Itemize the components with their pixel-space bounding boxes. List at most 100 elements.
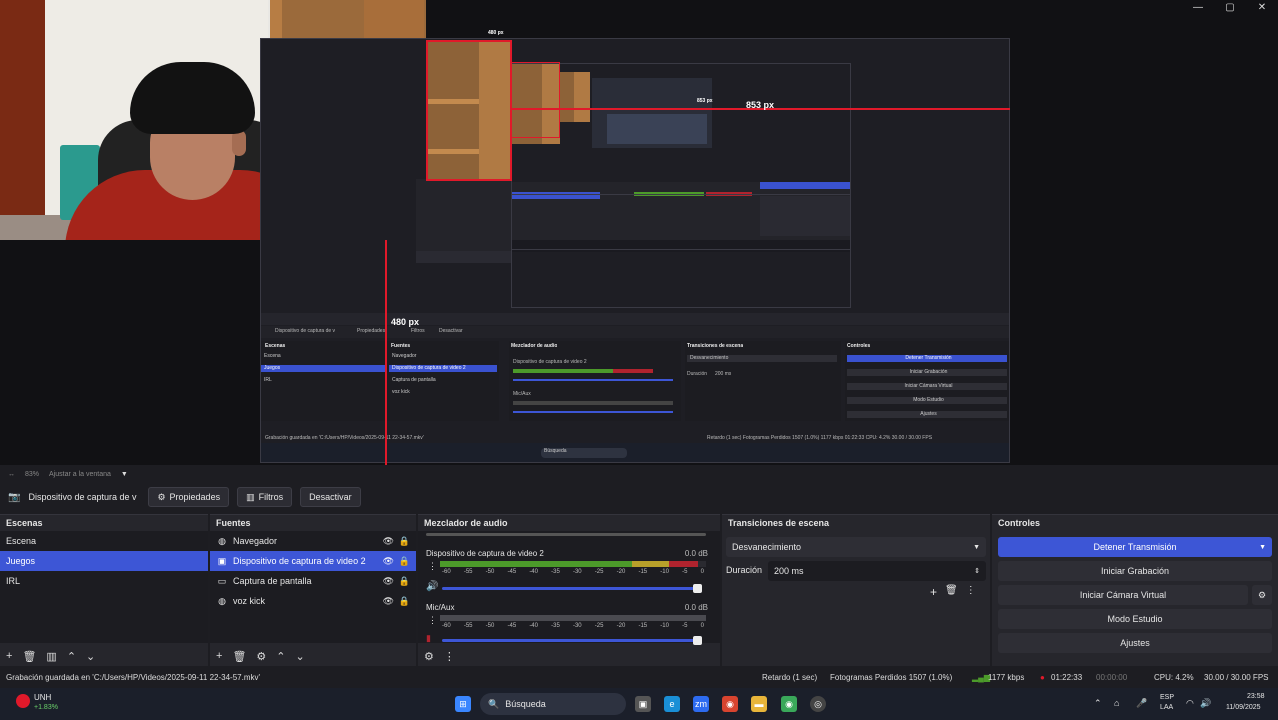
clock-date[interactable]: 11/09/2025 [1226, 704, 1261, 711]
chrome-alt-icon[interactable]: ◉ [781, 696, 797, 712]
status-message: Grabación guardada en 'C:/Users/HP/Video… [6, 672, 261, 682]
minimize-button[interactable]: — [1182, 0, 1214, 14]
status-dropped-frames: Fotogramas Perdidos 1507 (1.0%) [830, 672, 953, 682]
taskbar-search[interactable]: 🔍 Búsqueda [480, 693, 626, 715]
source-item[interactable]: ◍ Navegador 👁 🔒 [210, 531, 416, 551]
gear-icon[interactable]: ⚙ [256, 650, 266, 663]
trash-icon[interactable]: 🗑 [22, 650, 36, 663]
scale-tick: -35 [551, 623, 560, 629]
trash-icon[interactable]: 🗑 [945, 585, 958, 599]
lang-layout[interactable]: LAA [1160, 704, 1173, 711]
camera-icon: ▣ [217, 555, 227, 566]
arrow-up-icon[interactable]: ⌃ [276, 650, 285, 663]
menu-dots-icon[interactable]: ⋮ [966, 585, 976, 599]
measure-line-v [385, 240, 387, 465]
source-label: Navegador [233, 536, 278, 546]
start-recording-button[interactable]: Iniciar Grabación [998, 561, 1272, 581]
properties-button[interactable]: ⚙ Propiedades [148, 487, 230, 507]
close-button[interactable]: ✕ [1246, 0, 1278, 14]
scale-tick: -25 [594, 569, 604, 575]
studio-mode-button[interactable]: Modo Estudio [998, 609, 1272, 629]
eye-icon[interactable]: 👁 [383, 536, 394, 547]
add-icon[interactable]: + [216, 650, 222, 662]
chevron-down-icon[interactable]: ▼ [121, 471, 128, 478]
add-icon[interactable]: + [6, 650, 12, 662]
source-item[interactable]: ◍ voz kick 👁 🔒 [210, 591, 416, 611]
scene-item[interactable]: IRL [0, 571, 208, 591]
measure-box [426, 40, 512, 181]
stock-icon [16, 694, 30, 708]
lock-icon[interactable]: 🔒 [399, 536, 410, 547]
stop-stream-button[interactable]: Detener Transmisión ▼ [998, 537, 1272, 557]
preview-canvas[interactable]: Dispositivo de captura de v Propiedades … [0, 0, 1278, 465]
task-view-icon[interactable]: ▣ [635, 696, 651, 712]
zoom-fit[interactable]: Ajustar a la ventana [49, 471, 111, 478]
scenes-dock: Escenas Escena Juegos IRL + 🗑 ▥ ⌃ ⌄ [0, 514, 208, 666]
chrome-icon[interactable]: ◉ [722, 696, 738, 712]
nested-capture-1: Dispositivo de captura de v Propiedades … [260, 38, 1010, 463]
duration-input[interactable]: 200 ms ⇕ [768, 561, 986, 581]
volume-icon[interactable]: 🔊 [1200, 698, 1211, 709]
add-icon[interactable]: + [930, 585, 937, 599]
trash-icon[interactable]: 🗑 [232, 650, 246, 663]
scale-tick: -55 [463, 569, 473, 575]
eye-icon[interactable]: 👁 [383, 576, 394, 587]
tray-chevron-icon[interactable]: ⌃ [1094, 698, 1102, 709]
start-virtual-cam-button[interactable]: Iniciar Cámara Virtual [998, 585, 1248, 605]
spin-icon[interactable]: ⇕ [974, 567, 980, 575]
selected-source-name: Dispositivo de captura de v [28, 492, 137, 502]
file-explorer-icon[interactable]: ▬ [751, 696, 767, 712]
channel-name: Dispositivo de captura de video 2 [426, 549, 544, 558]
source-item[interactable]: ▭ Captura de pantalla 👁 🔒 [210, 571, 416, 591]
deactivate-button[interactable]: Desactivar [300, 487, 361, 507]
zoom-icon[interactable]: ↔ [8, 471, 15, 478]
stop-stream-label: Detener Transmisión [1093, 542, 1177, 552]
menu-dots-icon[interactable]: ⋮ [428, 615, 437, 626]
mixer-footer: ⚙ ⋮ [418, 645, 720, 667]
volume-fader[interactable] [442, 584, 702, 593]
scene-item[interactable]: Escena [0, 531, 208, 551]
scene-item-selected[interactable]: Juegos [0, 551, 208, 571]
status-rec-time: 00:00:00 [1096, 672, 1128, 682]
stock-name[interactable]: UNH [34, 693, 51, 702]
mic-icon[interactable]: 🎤 [1136, 698, 1147, 709]
speaker-icon[interactable]: 🔊 [426, 581, 438, 592]
filter-icon[interactable]: ▥ [46, 650, 56, 663]
eye-icon[interactable]: 👁 [383, 596, 394, 607]
gear-icon[interactable]: ⚙ [424, 650, 434, 663]
menu-dots-icon[interactable]: ⋮ [444, 650, 455, 663]
monitor-icon: ▭ [217, 575, 227, 586]
arrow-down-icon[interactable]: ⌄ [86, 650, 95, 663]
zoom-app-icon[interactable]: zm [693, 696, 709, 712]
scenes-list: Escena Juegos IRL [0, 531, 208, 643]
settings-button[interactable]: Ajustes [998, 633, 1272, 653]
eye-icon[interactable]: 👁 [383, 556, 394, 567]
gear-icon: ⚙ [1257, 589, 1267, 600]
volume-fader[interactable] [442, 636, 702, 645]
maximize-button[interactable]: ▢ [1214, 0, 1246, 14]
mic-muted-icon[interactable]: ▮ [426, 633, 431, 644]
virtual-cam-settings-button[interactable]: ⚙ [1252, 585, 1272, 605]
obs-icon[interactable]: ◎ [810, 696, 826, 712]
chevron-down-icon[interactable]: ▼ [1259, 544, 1266, 551]
lang-code[interactable]: ESP [1160, 694, 1174, 701]
lock-icon[interactable]: 🔒 [399, 596, 410, 607]
windows-start-icon[interactable]: ⊞ [455, 696, 471, 712]
lock-icon[interactable]: 🔒 [399, 576, 410, 587]
clock-time[interactable]: 23:58 [1247, 693, 1265, 700]
arrow-up-icon[interactable]: ⌃ [67, 650, 76, 663]
source-label: voz kick [233, 596, 266, 606]
zoom-percent[interactable]: 83% [25, 471, 39, 478]
mixer-title: Mezclador de audio [424, 518, 508, 528]
lock-icon[interactable]: 🔒 [399, 556, 410, 567]
arrow-down-icon[interactable]: ⌄ [296, 650, 305, 663]
source-item-selected[interactable]: ▣ Dispositivo de captura de video 2 👁 🔒 [210, 551, 416, 571]
source-toolbar: 📷 Dispositivo de captura de v ⚙ Propiedad… [0, 484, 1278, 510]
filters-button[interactable]: ▥ Filtros [237, 487, 293, 507]
fader-top[interactable] [426, 533, 706, 536]
network-icon[interactable]: ⌂ [1114, 698, 1119, 708]
wifi-icon[interactable]: ◠ [1186, 698, 1194, 709]
transition-select[interactable]: Desvanecimiento ▼ [726, 537, 986, 557]
menu-dots-icon[interactable]: ⋮ [428, 561, 437, 572]
edge-icon[interactable]: e [664, 696, 680, 712]
